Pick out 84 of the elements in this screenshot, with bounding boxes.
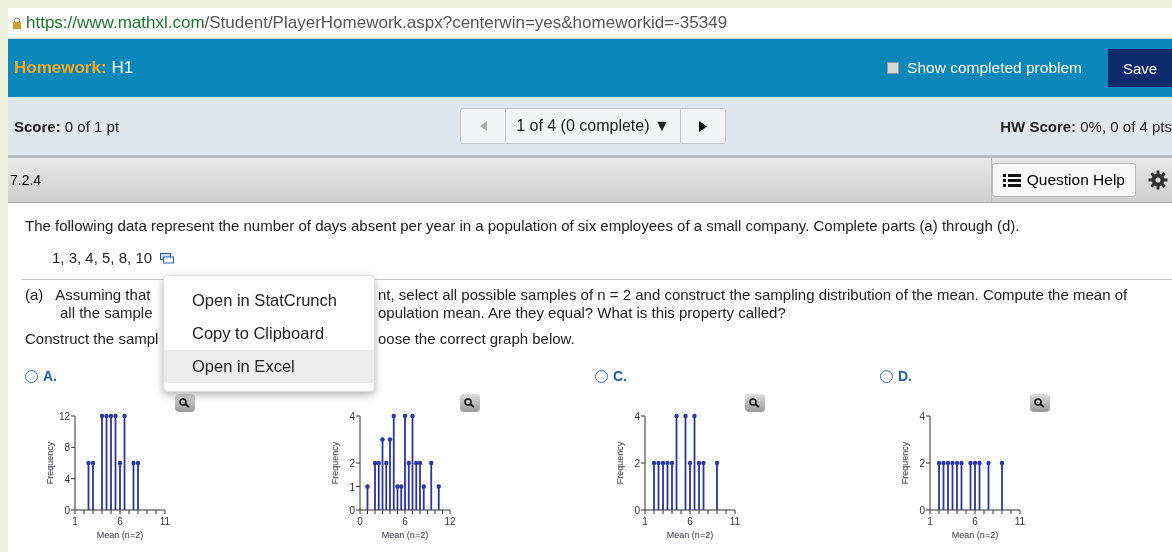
tick-label: 6 [687, 516, 693, 527]
radio-button[interactable] [880, 369, 893, 383]
tick-label: 11 [159, 516, 171, 527]
magnifier-icon [1034, 398, 1046, 408]
homework-title: H1 [111, 58, 135, 78]
left-triangle-icon [479, 121, 487, 131]
axis-title: Mean (n=2) [381, 530, 429, 540]
radio-button[interactable] [25, 369, 38, 383]
question-text: nt, select all possible samples of n = 2 and construct the sampling distribution of the mean. Compute the mean of [378, 286, 1129, 304]
tick-label: 0 [64, 505, 70, 516]
tick-label: 2 [634, 458, 640, 469]
magnifier-icon [464, 398, 476, 408]
stem-bar [714, 460, 720, 510]
tick-label: 4 [64, 473, 70, 485]
option-label: C. [613, 367, 627, 385]
menu-item[interactable]: Open in Excel [164, 350, 374, 383]
tick-label: 4 [634, 412, 640, 422]
magnifier-icon [749, 398, 761, 408]
tick-label: 12 [444, 516, 456, 527]
url-path: /Student/PlayerHomework.aspx?centerwin=yes&homeworkid=-35349 [204, 13, 728, 33]
axis-title: Frequency [900, 441, 910, 485]
checkbox[interactable] [887, 62, 900, 74]
tick-label: 4 [349, 412, 355, 422]
stem-bar [365, 484, 370, 510]
stem-bar [986, 460, 991, 510]
lock-icon [12, 16, 22, 30]
tick-label: 1 [72, 516, 78, 527]
list-icon [1002, 173, 1021, 187]
stem-bar [436, 484, 441, 510]
header-label: Homework: [14, 58, 107, 78]
tick-label: 0 [357, 516, 363, 527]
part-label: (a) [25, 286, 44, 304]
question-text: Assuming that [55, 286, 151, 304]
question-number: 7.2.4 [8, 158, 992, 202]
magnifier-icon [179, 398, 191, 408]
stem-bar [429, 460, 434, 510]
settings-icon[interactable] [1148, 170, 1168, 190]
menu-item[interactable]: Open in StatCrunch [164, 284, 374, 317]
axis-title: Mean (n=2) [666, 530, 714, 540]
score-text: Score: 0 of 1 pt [14, 117, 120, 135]
tick-label: 0 [349, 505, 355, 516]
tick-label: 6 [402, 516, 408, 527]
tick-label: 6 [972, 516, 978, 527]
checkbox-label: Show completed problem [907, 59, 1082, 77]
tick-label: 11 [1014, 516, 1026, 527]
axis-title: Frequency [45, 441, 55, 485]
tick-label: 1 [642, 516, 648, 527]
tick-label: 12 [58, 412, 70, 422]
tick-label: 0 [634, 505, 640, 516]
intro-text: The following data represent the number of days absent per year in a population of six employees of a small company. Complete parts (a) through (d). [25, 217, 1021, 235]
save-button[interactable]: Save [1108, 49, 1172, 87]
axis-title: Mean (n=2) [96, 530, 144, 540]
option-label: D. [898, 367, 912, 385]
tick-label: 2 [919, 458, 925, 469]
option-label: A. [43, 367, 57, 385]
right-triangle-icon [698, 120, 707, 132]
stem-bar [999, 460, 1005, 510]
question-help-button[interactable]: Question Help [991, 163, 1136, 197]
tick-label: 4 [919, 412, 925, 422]
tick-label: 0 [919, 505, 925, 516]
question-text: opulation mean. Are they equal? What is this property called? [378, 304, 787, 322]
instruction-text: oose the correct graph below. [378, 330, 576, 348]
menu-item[interactable]: Copy to Clipboard [164, 317, 374, 350]
tick-label: 1 [927, 516, 933, 527]
tick-label: 6 [117, 516, 123, 527]
radio-button[interactable] [595, 369, 608, 383]
zoom-button[interactable] [175, 394, 195, 412]
axis-title: Frequency [330, 441, 340, 485]
tick-label: 8 [64, 442, 70, 454]
tick-label: 1 [349, 481, 355, 493]
question-dropdown[interactable]: 1 of 4 (0 complete) ▼ [505, 109, 681, 143]
url-host: https://www.mathxl.com [26, 13, 205, 33]
axis-title: Frequency [615, 441, 625, 485]
zoom-button[interactable] [460, 394, 480, 412]
axis-title: Mean (n=2) [951, 530, 999, 540]
tick-label: 2 [349, 458, 355, 469]
question-text: all the sample [60, 304, 153, 322]
tick-label: 11 [729, 516, 741, 527]
data-popup-icon[interactable] [160, 252, 175, 264]
data-values: 1, 3, 4, 5, 8, 10 [52, 249, 153, 267]
zoom-button[interactable] [745, 394, 765, 412]
hw-score-text: HW Score: 0%, 0 of 4 pts [1000, 117, 1172, 135]
zoom-button[interactable] [1030, 394, 1050, 412]
instruction-text: Construct the sampl [25, 330, 159, 348]
